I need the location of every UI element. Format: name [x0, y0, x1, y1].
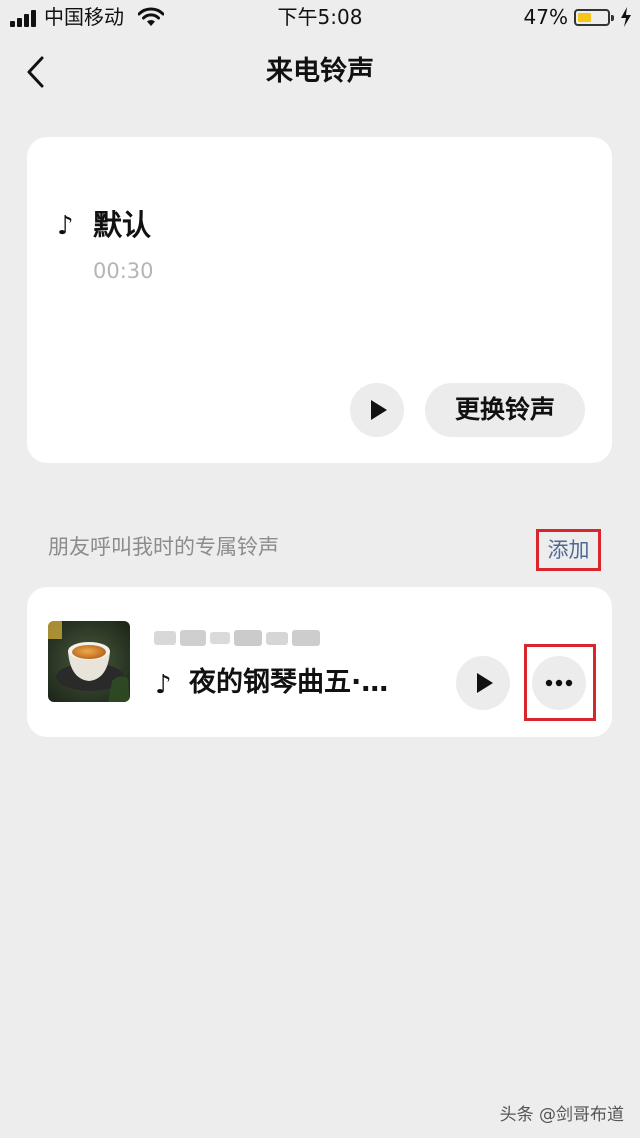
change-ringtone-button[interactable]: 更换铃声	[425, 383, 585, 437]
watermark: 头条 @剑哥布道	[499, 1105, 624, 1125]
more-button[interactable]	[532, 656, 586, 710]
music-note-icon: ♪	[57, 211, 74, 241]
play-icon	[371, 400, 387, 420]
friend-name-blurred	[154, 630, 320, 646]
charging-bolt-icon	[621, 7, 631, 27]
ringtone-duration: 00:30	[93, 259, 154, 283]
play-button[interactable]	[456, 656, 510, 710]
ringtone-song-name: 夜的钢琴曲五·…	[189, 667, 389, 698]
add-button[interactable]: 添加	[536, 529, 601, 571]
friend-ringtone-section-label: 朋友呼叫我时的专属铃声	[48, 535, 279, 559]
more-dots-icon	[545, 679, 573, 687]
battery-icon	[574, 9, 614, 26]
battery-percent: 47%	[523, 5, 568, 29]
default-ringtone-card: ♪ 默认 00:30 更换铃声	[27, 137, 612, 463]
tea-cup-image	[48, 621, 130, 702]
page-title: 来电铃声	[266, 56, 374, 87]
play-button[interactable]	[350, 383, 404, 437]
friend-ringtone-card: ♪ 夜的钢琴曲五·…	[27, 587, 612, 737]
nav-bar: 来电铃声	[0, 44, 640, 100]
status-bar: 中国移动 下午5:08 47%	[0, 0, 640, 36]
play-icon	[477, 673, 493, 693]
ringtone-name: 默认	[93, 208, 152, 242]
battery-fill	[578, 13, 591, 22]
music-note-icon: ♪	[155, 670, 172, 700]
